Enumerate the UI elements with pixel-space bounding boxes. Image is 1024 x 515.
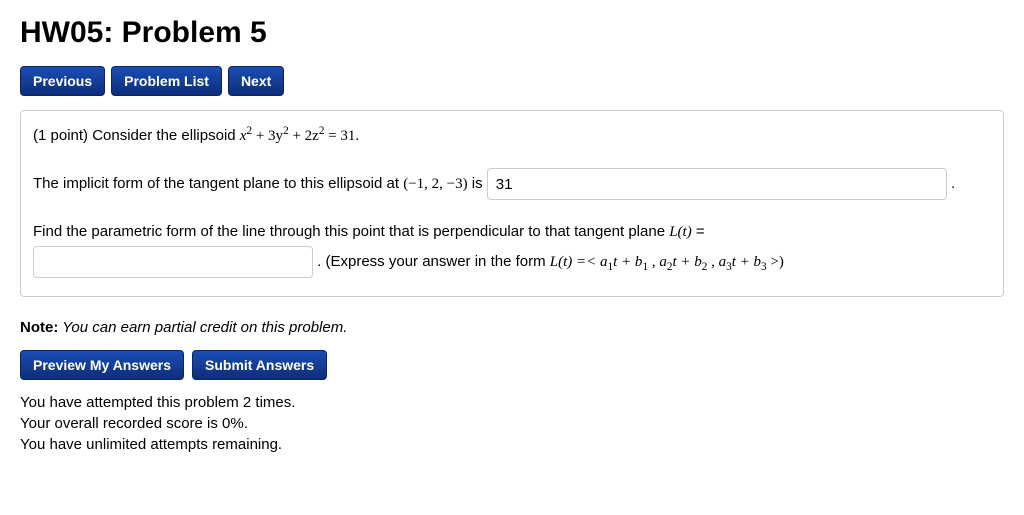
remaining-text: You have unlimited attempts remaining. xyxy=(20,436,1004,453)
math-Lt: L(t) xyxy=(669,224,692,240)
preview-answers-button[interactable]: Preview My Answers xyxy=(20,350,184,380)
page-title: HW05: Problem 5 xyxy=(20,16,1004,50)
problem-list-button[interactable]: Problem List xyxy=(111,66,222,96)
status-block: You have attempted this problem 2 times.… xyxy=(20,394,1004,453)
line3-text-a: Find the parametric form of the line thr… xyxy=(33,223,669,240)
previous-button[interactable]: Previous xyxy=(20,66,105,96)
math-eq1: x2 + 3y2 + 2z2 = 31. xyxy=(240,128,359,144)
note-label: Note: xyxy=(20,319,58,336)
problem-container: (1 point) Consider the ellipsoid x2 + 3y… xyxy=(20,110,1004,297)
line4-text-a: . (Express your answer in the form xyxy=(317,253,550,270)
line2-text-c: . xyxy=(951,175,955,192)
answer-input-2[interactable] xyxy=(33,246,313,278)
submit-row: Preview My Answers Submit Answers xyxy=(20,350,1004,380)
next-button[interactable]: Next xyxy=(228,66,284,96)
submit-answers-button[interactable]: Submit Answers xyxy=(192,350,327,380)
eq-sym: = xyxy=(692,223,705,240)
note-text: You can earn partial credit on this prob… xyxy=(58,319,347,336)
line2-text-a: The implicit form of the tangent plane t… xyxy=(33,175,403,192)
problem-line-2: The implicit form of the tangent plane t… xyxy=(33,168,991,200)
problem-line-1: (1 point) Consider the ellipsoid x2 + 3y… xyxy=(33,121,991,150)
answer-input-1[interactable] xyxy=(487,168,947,200)
intro-text: Consider the ellipsoid xyxy=(92,127,240,144)
nav-bar: Previous Problem List Next xyxy=(20,66,1004,96)
attempts-text: You have attempted this problem 2 times. xyxy=(20,394,1004,411)
problem-line-3: Find the parametric form of the line thr… xyxy=(33,218,991,278)
points-label: (1 point) xyxy=(33,127,92,144)
math-form: L(t) =< a1t + b1 , a2t + b2 , a3t + b3 >… xyxy=(550,254,784,270)
line2-text-b: is xyxy=(468,175,487,192)
score-text: Your overall recorded score is 0%. xyxy=(20,415,1004,432)
note-line: Note: You can earn partial credit on thi… xyxy=(20,319,1004,336)
math-point: (−1, 2, −3) xyxy=(403,176,467,192)
